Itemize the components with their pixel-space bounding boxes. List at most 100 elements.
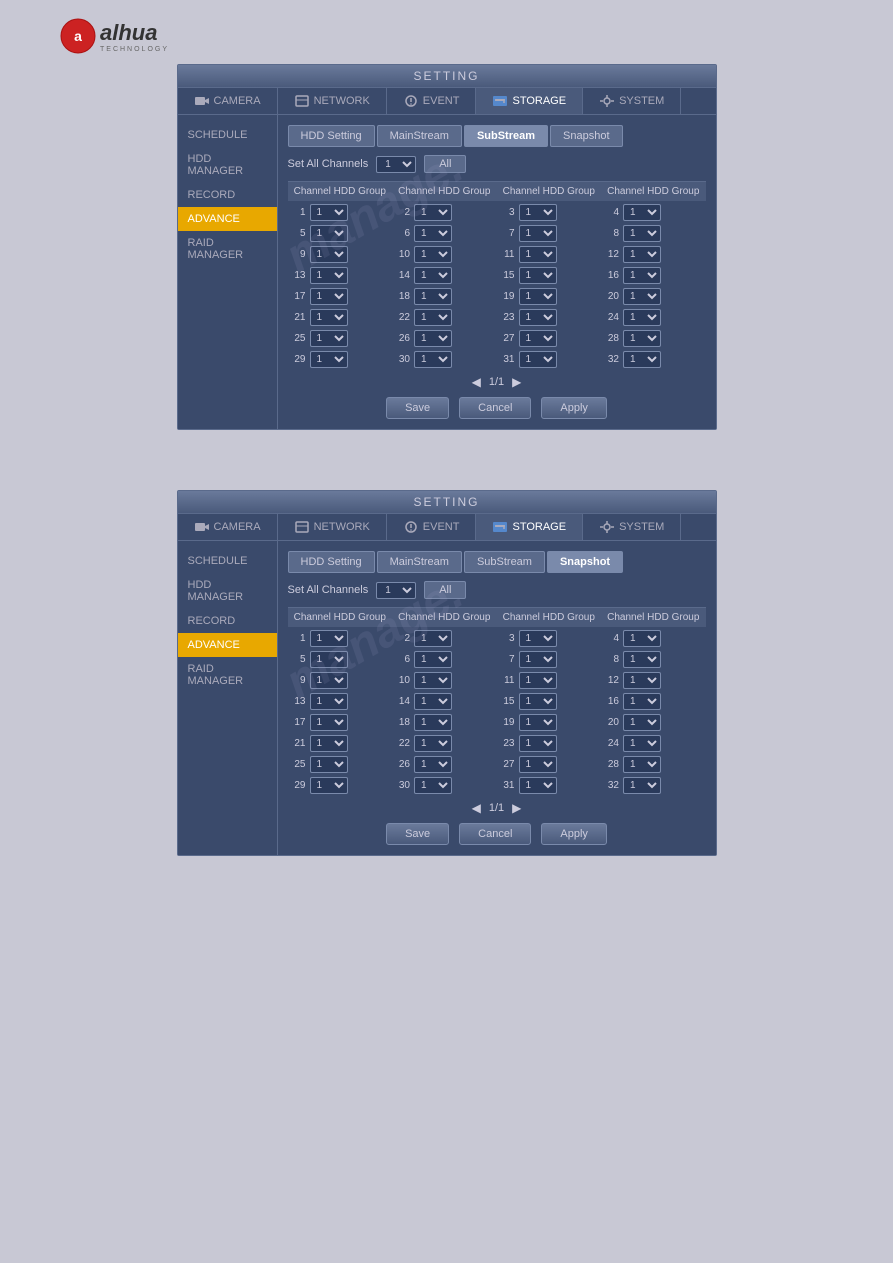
channel-hdd-select[interactable]: 12 (519, 225, 557, 242)
channel-hdd-select[interactable]: 12 (414, 693, 452, 710)
all-button-2[interactable]: All (424, 581, 466, 599)
sidebar-hdd-manager-2[interactable]: HDD MANAGER (178, 573, 277, 609)
channel-hdd-select[interactable]: 12 (310, 330, 348, 347)
channel-hdd-select[interactable]: 12 (519, 651, 557, 668)
prev-page-btn-2[interactable]: ◀ (472, 801, 481, 815)
sidebar-raid-manager-2[interactable]: RAID MANAGER (178, 657, 277, 693)
channel-hdd-select[interactable]: 12 (519, 267, 557, 284)
nav-tab-event-2[interactable]: EVENT (387, 514, 477, 540)
channel-hdd-select[interactable]: 12 (623, 330, 661, 347)
next-page-btn-2[interactable]: ▶ (512, 801, 521, 815)
cancel-button-2[interactable]: Cancel (459, 823, 531, 845)
channel-hdd-select[interactable]: 12 (519, 309, 557, 326)
sidebar-record[interactable]: RECORD (178, 183, 277, 207)
channel-hdd-select[interactable]: 12 (414, 777, 452, 794)
channel-hdd-select[interactable]: 12 (310, 225, 348, 242)
tab-snapshot[interactable]: Snapshot (550, 125, 622, 147)
channel-hdd-select[interactable]: 12 (519, 330, 557, 347)
apply-button-2[interactable]: Apply (541, 823, 607, 845)
channel-hdd-select[interactable]: 12 (623, 225, 661, 242)
save-button-2[interactable]: Save (386, 823, 449, 845)
tab-substream[interactable]: SubStream (464, 125, 548, 147)
sidebar-raid-manager[interactable]: RAID MANAGER (178, 231, 277, 267)
channel-hdd-select[interactable]: 12 (310, 672, 348, 689)
nav-tab-event[interactable]: EVENT (387, 88, 477, 114)
channel-hdd-select[interactable]: 12 (414, 714, 452, 731)
channel-hdd-select[interactable]: 12 (519, 351, 557, 368)
channel-hdd-select[interactable]: 12 (519, 672, 557, 689)
channel-hdd-select[interactable]: 12 (623, 756, 661, 773)
channel-hdd-select[interactable]: 12 (519, 693, 557, 710)
tab-hdd-setting[interactable]: HDD Setting (288, 125, 375, 147)
tab-substream-2[interactable]: SubStream (464, 551, 545, 573)
channel-hdd-select[interactable]: 12 (414, 351, 452, 368)
sidebar-hdd-manager[interactable]: HDD MANAGER (178, 147, 277, 183)
channel-hdd-select[interactable]: 12 (623, 693, 661, 710)
channel-hdd-select[interactable]: 12 (310, 630, 348, 647)
next-page-btn[interactable]: ▶ (512, 375, 521, 389)
all-button[interactable]: All (424, 155, 466, 173)
channel-hdd-select[interactable]: 12 (414, 246, 452, 263)
channel-hdd-select[interactable]: 12 (623, 714, 661, 731)
tab-mainstream[interactable]: MainStream (377, 125, 462, 147)
tab-hdd-setting-2[interactable]: HDD Setting (288, 551, 375, 573)
channel-hdd-select[interactable]: 12 (623, 351, 661, 368)
channel-hdd-select[interactable]: 12 (623, 735, 661, 752)
channel-hdd-select[interactable]: 12 (414, 651, 452, 668)
channel-hdd-select[interactable]: 12 (623, 309, 661, 326)
sidebar-advance-2[interactable]: ADVANCE (178, 633, 277, 657)
channel-hdd-select[interactable]: 12 (519, 777, 557, 794)
channel-hdd-select[interactable]: 12 (519, 756, 557, 773)
tab-mainstream-2[interactable]: MainStream (377, 551, 462, 573)
channel-hdd-select[interactable]: 12 (310, 309, 348, 326)
sidebar-schedule[interactable]: SCHEDULE (178, 123, 277, 147)
nav-tab-storage[interactable]: STORAGE (476, 88, 583, 114)
channel-hdd-select[interactable]: 12 (310, 693, 348, 710)
channel-hdd-select[interactable]: 12 (623, 672, 661, 689)
channel-hdd-select[interactable]: 12 (623, 246, 661, 263)
save-button-1[interactable]: Save (386, 397, 449, 419)
channel-hdd-select[interactable]: 12 (623, 204, 661, 221)
prev-page-btn[interactable]: ◀ (472, 375, 481, 389)
nav-tab-storage-2[interactable]: STORAGE (476, 514, 583, 540)
channel-hdd-select[interactable]: 12 (519, 246, 557, 263)
channel-hdd-select[interactable]: 12 (310, 204, 348, 221)
channel-hdd-select[interactable]: 12 (414, 267, 452, 284)
nav-tab-camera[interactable]: CAMERA (178, 88, 278, 114)
channel-hdd-select[interactable]: 12 (310, 735, 348, 752)
channel-hdd-select[interactable]: 12 (519, 714, 557, 731)
channel-hdd-select[interactable]: 12 (310, 267, 348, 284)
channel-hdd-select[interactable]: 12 (414, 204, 452, 221)
channel-hdd-select[interactable]: 12 (414, 330, 452, 347)
nav-tab-network-2[interactable]: NETWORK (278, 514, 387, 540)
channel-hdd-select[interactable]: 12 (414, 735, 452, 752)
channel-hdd-select[interactable]: 12 (414, 756, 452, 773)
tab-snapshot-2[interactable]: Snapshot (547, 551, 623, 573)
channel-hdd-select[interactable]: 12 (310, 246, 348, 263)
channel-hdd-select[interactable]: 12 (414, 225, 452, 242)
channel-hdd-select[interactable]: 12 (519, 630, 557, 647)
channel-hdd-select[interactable]: 12 (310, 756, 348, 773)
channel-hdd-select[interactable]: 12 (310, 351, 348, 368)
channel-hdd-select[interactable]: 12 (623, 267, 661, 284)
channel-hdd-select[interactable]: 12 (623, 777, 661, 794)
nav-tab-system[interactable]: SYSTEM (583, 88, 681, 114)
channel-hdd-select[interactable]: 12 (414, 630, 452, 647)
sidebar-advance[interactable]: ADVANCE (178, 207, 277, 231)
set-all-select-2[interactable]: 12 (376, 582, 416, 599)
apply-button-1[interactable]: Apply (541, 397, 607, 419)
channel-hdd-select[interactable]: 12 (623, 288, 661, 305)
nav-tab-camera-2[interactable]: CAMERA (178, 514, 278, 540)
nav-tab-network[interactable]: NETWORK (278, 88, 387, 114)
channel-hdd-select[interactable]: 12 (623, 630, 661, 647)
channel-hdd-select[interactable]: 12 (519, 288, 557, 305)
sidebar-schedule-2[interactable]: SCHEDULE (178, 549, 277, 573)
cancel-button-1[interactable]: Cancel (459, 397, 531, 419)
channel-hdd-select[interactable]: 12 (414, 672, 452, 689)
channel-hdd-select[interactable]: 12 (519, 204, 557, 221)
nav-tab-system-2[interactable]: SYSTEM (583, 514, 681, 540)
channel-hdd-select[interactable]: 12 (519, 735, 557, 752)
channel-hdd-select[interactable]: 12 (310, 288, 348, 305)
channel-hdd-select[interactable]: 12 (310, 714, 348, 731)
channel-hdd-select[interactable]: 12 (414, 309, 452, 326)
